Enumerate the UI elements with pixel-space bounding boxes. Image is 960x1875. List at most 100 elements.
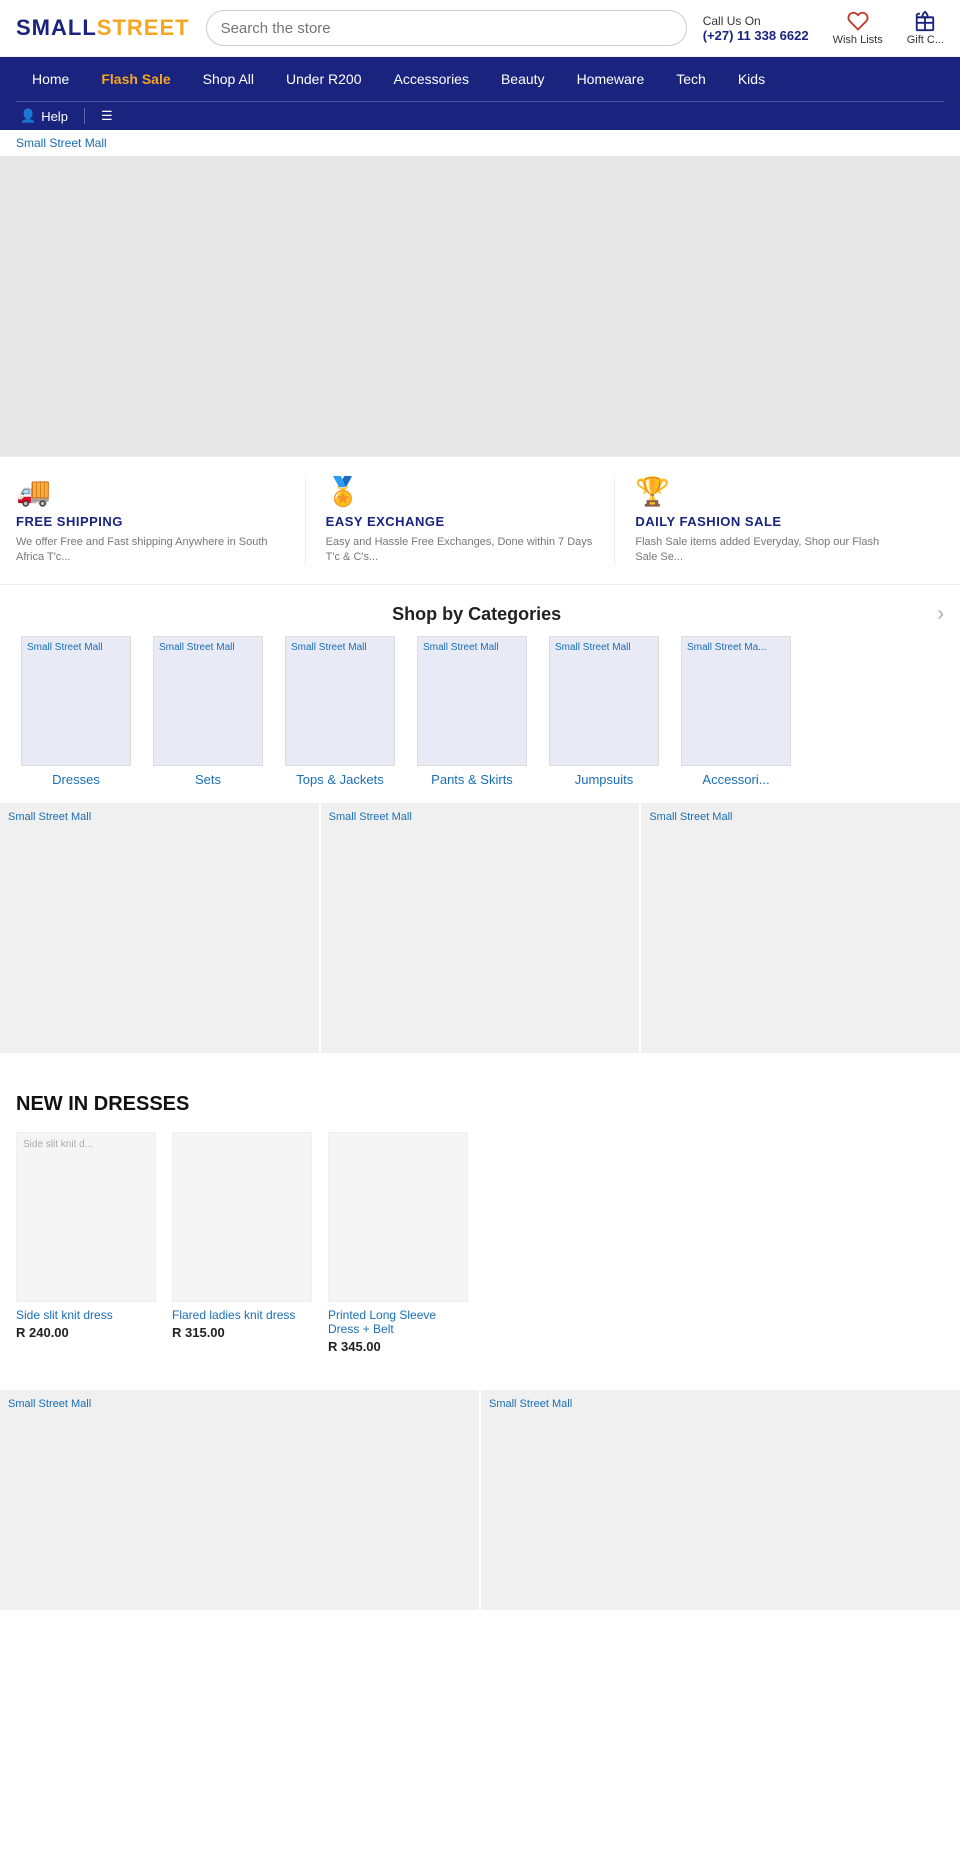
- category-dresses-label: Dresses: [52, 772, 100, 787]
- product-printed-img: [328, 1132, 468, 1302]
- feature-easy-exchange: 🏅 EASY EXCHANGE Easy and Hassle Free Exc…: [326, 475, 616, 566]
- category-tops-img: Small Street Mall: [285, 636, 395, 766]
- category-jumpsuits-label: Jumpsuits: [575, 772, 634, 787]
- nav-help[interactable]: 👤 Help: [20, 108, 68, 124]
- nav-item-beauty[interactable]: Beauty: [485, 57, 561, 101]
- new-in-dresses-section: NEW IN DRESSES Side slit knit d... Side …: [0, 1069, 960, 1370]
- nav-secondary: 👤 Help ☰: [16, 101, 944, 130]
- categories-title: Shop by Categories: [16, 604, 937, 625]
- product-printed-price: R 345.00: [328, 1339, 468, 1354]
- category-tops-jackets[interactable]: Small Street Mall Tops & Jackets: [280, 636, 400, 787]
- shipping-desc: We offer Free and Fast shipping Anywhere…: [16, 535, 285, 566]
- category-pants-label: Pants & Skirts: [431, 772, 513, 787]
- search-bar: [206, 10, 687, 46]
- category-accessories-label: Accessori...: [702, 772, 769, 787]
- menu-icon: ☰: [101, 108, 113, 124]
- nav-item-kids[interactable]: Kids: [722, 57, 781, 101]
- wish-lists-button[interactable]: Wish Lists: [833, 10, 883, 46]
- category-accessories[interactable]: Small Street Ma... Accessori...: [676, 636, 796, 787]
- gift-label: Gift C...: [907, 34, 944, 46]
- product-printed[interactable]: Printed Long Sleeve Dress + Belt R 345.0…: [328, 1132, 468, 1354]
- sale-desc: Flash Sale items added Everyday, Shop ou…: [635, 535, 904, 566]
- nav-menu-icon[interactable]: ☰: [101, 108, 113, 124]
- heart-icon: [847, 10, 869, 32]
- product-side-slit-img: Side slit knit d...: [16, 1132, 156, 1302]
- product-flared-name: Flared ladies knit dress: [172, 1308, 312, 1322]
- shipping-icon: 🚚: [16, 475, 285, 508]
- banner-cards-row: Small Street Mall Small Street Mall Smal…: [0, 803, 960, 1069]
- product-flared[interactable]: Flared ladies knit dress R 315.00: [172, 1132, 312, 1354]
- category-tops-label: Tops & Jackets: [296, 772, 383, 787]
- product-side-slit-price: R 240.00: [16, 1325, 156, 1340]
- search-wrap: [206, 10, 687, 46]
- logo-street: STREET: [97, 15, 190, 40]
- help-label: Help: [41, 109, 68, 124]
- nav-item-under-r200[interactable]: Under R200: [270, 57, 378, 101]
- category-sets-img: Small Street Mall: [153, 636, 263, 766]
- bottom-banners: Small Street Mall Small Street Mall: [0, 1370, 960, 1610]
- exchange-desc: Easy and Hassle Free Exchanges, Done wit…: [326, 535, 595, 566]
- sale-title: DAILY FASHION SALE: [635, 514, 904, 529]
- gift-button[interactable]: Gift C...: [907, 10, 944, 46]
- sale-icon: 🏆: [635, 475, 904, 508]
- category-sets[interactable]: Small Street Mall Sets: [148, 636, 268, 787]
- category-sets-label: Sets: [195, 772, 221, 787]
- exchange-title: EASY EXCHANGE: [326, 514, 595, 529]
- banner-card-3[interactable]: Small Street Mall: [641, 803, 960, 1053]
- nav-item-tech[interactable]: Tech: [660, 57, 722, 101]
- hero-banner: [0, 156, 960, 456]
- categories-header: Shop by Categories ›: [0, 585, 960, 636]
- banner-card-2[interactable]: Small Street Mall: [321, 803, 640, 1053]
- category-dresses[interactable]: Small Street Mall Dresses: [16, 636, 136, 787]
- shipping-title: FREE SHIPPING: [16, 514, 285, 529]
- product-side-slit-name: Side slit knit dress: [16, 1308, 156, 1322]
- category-dresses-img: Small Street Mall: [21, 636, 131, 766]
- feature-bar: 🚚 FREE SHIPPING We offer Free and Fast s…: [0, 456, 960, 585]
- header: SMALLSTREET Call Us On (+27) 11 338 6622…: [0, 0, 960, 57]
- banner-card-1-text: Small Street Mall: [8, 811, 91, 823]
- product-printed-name: Printed Long Sleeve Dress + Belt: [328, 1308, 468, 1336]
- category-jumpsuits-img: Small Street Mall: [549, 636, 659, 766]
- nav-item-homeware[interactable]: Homeware: [561, 57, 661, 101]
- logo-small: SMALL: [16, 15, 97, 40]
- product-side-slit[interactable]: Side slit knit d... Side slit knit dress…: [16, 1132, 156, 1354]
- banner-card-2-text: Small Street Mall: [329, 811, 412, 823]
- person-icon: 👤: [20, 108, 36, 124]
- bottom-banner-1[interactable]: Small Street Mall: [0, 1390, 479, 1610]
- exchange-icon: 🏅: [326, 475, 595, 508]
- call-info: Call Us On (+27) 11 338 6622: [703, 14, 809, 43]
- feature-daily-sale: 🏆 DAILY FASHION SALE Flash Sale items ad…: [635, 475, 924, 566]
- banner-card-3-text: Small Street Mall: [649, 811, 732, 823]
- category-pants-img: Small Street Mall: [417, 636, 527, 766]
- banner-image: [0, 156, 960, 456]
- category-accessories-img: Small Street Ma...: [681, 636, 791, 766]
- product-flared-img: [172, 1132, 312, 1302]
- feature-free-shipping: 🚚 FREE SHIPPING We offer Free and Fast s…: [16, 475, 306, 566]
- categories-arrow-right[interactable]: ›: [937, 603, 944, 626]
- category-pants-skirts[interactable]: Small Street Mall Pants & Skirts: [412, 636, 532, 787]
- logo[interactable]: SMALLSTREET: [16, 15, 190, 41]
- bottom-banner-2-text: Small Street Mall: [489, 1398, 572, 1410]
- new-dresses-title: NEW IN DRESSES: [16, 1093, 944, 1116]
- categories-row: Small Street Mall Dresses Small Street M…: [0, 636, 960, 803]
- banner-card-1[interactable]: Small Street Mall: [0, 803, 319, 1053]
- nav-item-shop-all[interactable]: Shop All: [187, 57, 270, 101]
- header-right: Call Us On (+27) 11 338 6622 Wish Lists …: [703, 10, 944, 46]
- bottom-banner-2[interactable]: Small Street Mall: [481, 1390, 960, 1610]
- gift-icon: [914, 10, 936, 32]
- navigation: Home Flash Sale Shop All Under R200 Acce…: [0, 57, 960, 130]
- search-input[interactable]: [221, 20, 672, 37]
- breadcrumb-text[interactable]: Small Street Mall: [16, 136, 107, 150]
- nav-item-flash-sale[interactable]: Flash Sale: [85, 57, 186, 101]
- nav-item-accessories[interactable]: Accessories: [378, 57, 485, 101]
- bottom-banner-1-text: Small Street Mall: [8, 1398, 91, 1410]
- nav-item-home[interactable]: Home: [16, 57, 85, 101]
- product-flared-price: R 315.00: [172, 1325, 312, 1340]
- nav-main: Home Flash Sale Shop All Under R200 Acce…: [16, 57, 944, 101]
- products-row: Side slit knit d... Side slit knit dress…: [16, 1132, 944, 1354]
- category-jumpsuits[interactable]: Small Street Mall Jumpsuits: [544, 636, 664, 787]
- phone-number: (+27) 11 338 6622: [703, 28, 809, 43]
- wish-lists-label: Wish Lists: [833, 34, 883, 46]
- breadcrumb: Small Street Mall: [0, 130, 960, 156]
- call-label: Call Us On: [703, 14, 809, 28]
